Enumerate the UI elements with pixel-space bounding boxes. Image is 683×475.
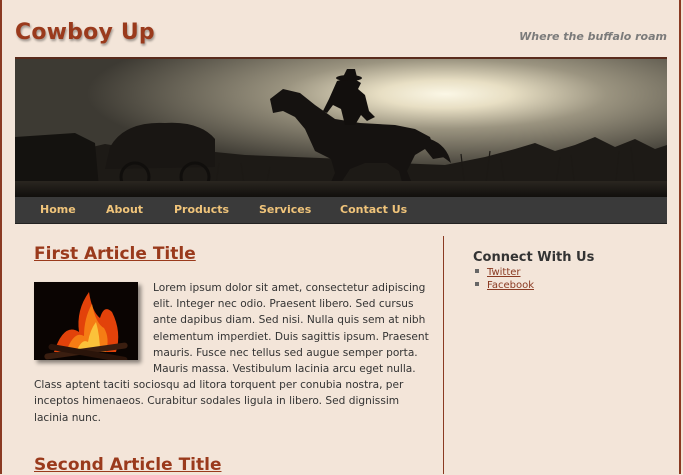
nav-contact-us-link[interactable]: Contact Us (340, 203, 407, 216)
cowboy-sunset-image (15, 59, 667, 199)
nav-about-link[interactable]: About (106, 203, 143, 216)
nav-services-link[interactable]: Services (259, 203, 311, 216)
site-title[interactable]: Cowboy Up (15, 20, 155, 45)
second-article-title[interactable]: Second Article Title (34, 455, 221, 475)
nav-products-link[interactable]: Products (174, 203, 229, 216)
first-article-title[interactable]: First Article Title (34, 244, 196, 264)
social-links-list: Twitter Facebook (473, 267, 534, 292)
list-item: Facebook (473, 280, 534, 293)
site-tagline: Where the buffalo roam (519, 30, 667, 43)
twitter-link[interactable]: Twitter (487, 267, 521, 278)
facebook-link[interactable]: Facebook (487, 280, 534, 291)
header-banner-image (15, 57, 667, 199)
sidebar-heading: Connect With Us (473, 250, 595, 265)
first-article-body: Lorem ipsum dolor sit amet, consectetur … (34, 282, 429, 424)
main-nav: Home About Products Services Contact Us (15, 197, 667, 224)
nav-home-link[interactable]: Home (40, 203, 76, 216)
list-item: Twitter (473, 267, 534, 280)
column-divider (443, 236, 444, 474)
